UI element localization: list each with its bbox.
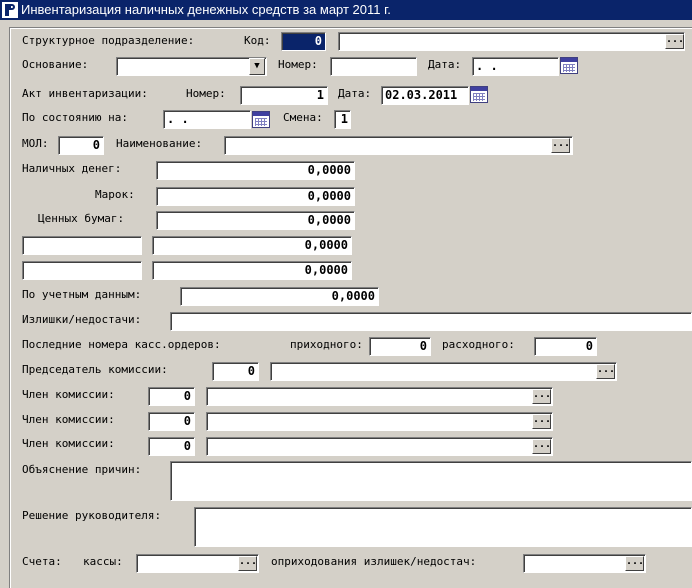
state-label: По состоянию на: — [22, 111, 128, 124]
member-code-field-1[interactable]: 0 — [148, 387, 195, 406]
mol-name-field[interactable] — [224, 136, 573, 155]
act-label: Акт инвентаризации: — [22, 87, 148, 100]
incoming-order-field[interactable]: 0 — [369, 337, 431, 356]
member-lookup-button-3[interactable]: ... — [532, 439, 551, 454]
incoming-label: приходного: — [290, 338, 363, 351]
explanation-textarea[interactable] — [170, 461, 692, 501]
chevron-down-icon[interactable]: ▼ — [249, 58, 265, 75]
last-orders-label: Последние номера касс.ордеров: — [22, 338, 221, 351]
outgoing-label: расходного: — [442, 338, 515, 351]
cash-field[interactable]: 0,0000 — [156, 161, 355, 180]
mol-code-field[interactable]: 0 — [58, 136, 104, 155]
member-name-field-1[interactable] — [206, 387, 553, 406]
subdivision-field[interactable] — [338, 32, 685, 51]
shift-field[interactable]: 1 — [334, 110, 351, 129]
code-field[interactable]: 0 — [281, 32, 326, 51]
basis-select[interactable] — [116, 57, 267, 76]
calendar-icon[interactable] — [252, 111, 270, 128]
accounts-label: Счета: — [22, 555, 62, 568]
chairman-name-field[interactable] — [270, 362, 617, 381]
shift-label: Смена: — [283, 111, 323, 124]
calendar-icon[interactable] — [560, 57, 578, 74]
stamps-field[interactable]: 0,0000 — [156, 187, 355, 206]
mol-lookup-button[interactable]: ... — [551, 138, 570, 153]
act-number-field[interactable]: 1 — [240, 86, 328, 105]
basis-label: Основание: — [22, 58, 89, 71]
member-label-3: Член комиссии: — [22, 437, 115, 450]
outgoing-order-field[interactable]: 0 — [534, 337, 597, 356]
cashbox-label: кассы: — [83, 555, 123, 568]
member-lookup-button-1[interactable]: ... — [532, 389, 551, 404]
member-lookup-button-2[interactable]: ... — [532, 414, 551, 429]
accounting-field[interactable]: 0,0000 — [180, 287, 379, 306]
member-label-2: Член комиссии: — [22, 413, 115, 426]
explanation-label: Объяснение причин: — [22, 463, 142, 476]
member-code-field-2[interactable]: 0 — [148, 412, 195, 431]
title-bar: Инвентаризация наличных денежных средств… — [0, 0, 692, 20]
act-date-label: Дата: — [338, 87, 372, 100]
member-code-field-3[interactable]: 0 — [148, 437, 195, 456]
window-title: Инвентаризация наличных денежных средств… — [21, 2, 391, 17]
extra-amount-field-1[interactable]: 0,0000 — [152, 236, 352, 255]
struct-label: Структурное подразделение: — [22, 34, 195, 47]
securities-label: Ценных бумаг: — [38, 212, 125, 225]
member-name-field-3[interactable] — [206, 437, 553, 456]
chairman-code-field[interactable]: 0 — [212, 362, 259, 381]
member-name-field-2[interactable] — [206, 412, 553, 431]
mol-name-label: Наименование: — [116, 137, 203, 150]
cash-label: Наличных денег: — [22, 162, 122, 175]
surplus-label: Излишки/недостачи: — [22, 313, 142, 326]
securities-field[interactable]: 0,0000 — [156, 211, 355, 230]
chairman-lookup-button[interactable]: ... — [596, 364, 615, 379]
member-label-1: Член комиссии: — [22, 388, 115, 401]
code-label: Код: — [244, 34, 271, 47]
app-icon — [2, 2, 18, 18]
accounting-label: По учетным данным: — [22, 288, 142, 301]
basis-date-field[interactable]: . . — [472, 57, 559, 76]
basis-date-label: Дата: — [428, 58, 462, 71]
calendar-icon[interactable] — [470, 86, 488, 103]
posting-label: оприходования излишек/недостач: — [271, 555, 477, 568]
stamps-label: Марок: — [95, 188, 135, 201]
decision-label: Решение руководителя: — [22, 509, 162, 522]
extra-name-field-2[interactable] — [22, 261, 142, 280]
extra-name-field-1[interactable] — [22, 236, 142, 255]
extra-amount-field-2[interactable]: 0,0000 — [152, 261, 352, 280]
mol-label: МОЛ: — [22, 137, 49, 150]
act-number-label: Номер: — [186, 87, 226, 100]
posting-lookup-button[interactable]: ... — [625, 556, 644, 571]
surplus-field[interactable] — [170, 312, 692, 331]
cashbox-lookup-button[interactable]: ... — [238, 556, 257, 571]
basis-number-field[interactable] — [330, 57, 417, 76]
decision-textarea[interactable] — [194, 507, 692, 547]
basis-number-label: Номер: — [278, 58, 318, 71]
act-date-field[interactable]: 02.03.2011 — [381, 86, 469, 105]
chairman-label: Председатель комиссии: — [22, 363, 168, 376]
state-date-field[interactable]: . . — [163, 110, 251, 129]
subdivision-lookup-button[interactable]: ... — [665, 34, 684, 49]
